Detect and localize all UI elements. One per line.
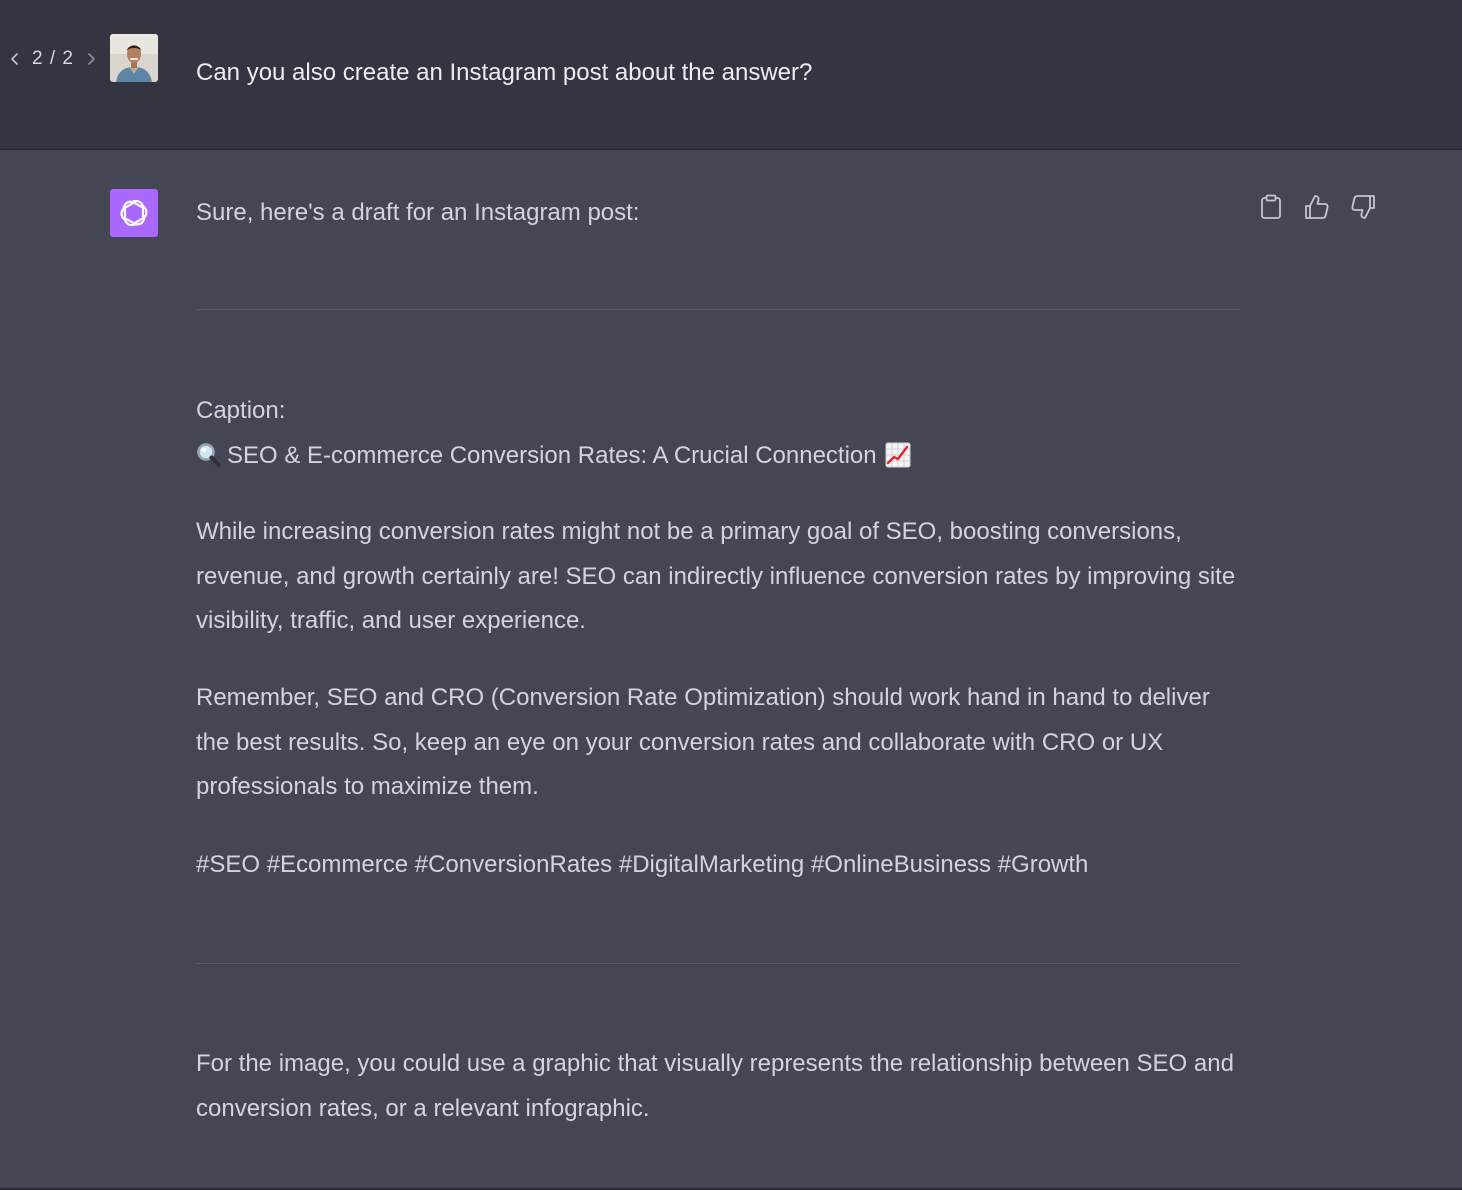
pager-count: 2 / 2 [32, 48, 74, 69]
response-pager: 2 / 2 [6, 48, 100, 70]
chevron-right-icon[interactable] [82, 48, 100, 70]
caption-title: SEO & E-commerce Conversion Rates: A Cru… [196, 439, 1244, 473]
thumbs-down-icon[interactable] [1350, 194, 1376, 220]
paragraph-1: While increasing conversion rates might … [196, 518, 1236, 634]
caption-title-text: SEO & E-commerce Conversion Rates: A Cru… [227, 442, 877, 469]
user-message-text: Can you also create an Instagram post ab… [196, 59, 813, 86]
clipboard-icon[interactable] [1258, 194, 1284, 220]
assistant-message-row: Sure, here's a draft for an Instagram po… [0, 150, 1462, 1188]
chatgpt-logo-icon [110, 189, 158, 237]
divider [196, 309, 1240, 310]
paragraph-2: Remember, SEO and CRO (Conversion Rate O… [196, 684, 1210, 800]
divider [196, 963, 1240, 964]
chevron-left-icon[interactable] [6, 48, 24, 70]
image-suggestion: For the image, you could use a graphic t… [196, 1050, 1234, 1122]
caption-label: Caption: [196, 397, 286, 424]
magnifying-glass-emoji [196, 442, 222, 468]
assistant-intro-text: Sure, here's a draft for an Instagram po… [196, 199, 640, 226]
chart-increasing-emoji [885, 442, 911, 468]
user-avatar [110, 34, 158, 82]
thumbs-up-icon[interactable] [1304, 194, 1330, 220]
hashtags: #SEO #Ecommerce #ConversionRates #Digita… [196, 851, 1089, 878]
user-message-row: 2 / 2 Can you also create an Instagram p… [0, 0, 1462, 150]
message-actions [1258, 194, 1376, 220]
